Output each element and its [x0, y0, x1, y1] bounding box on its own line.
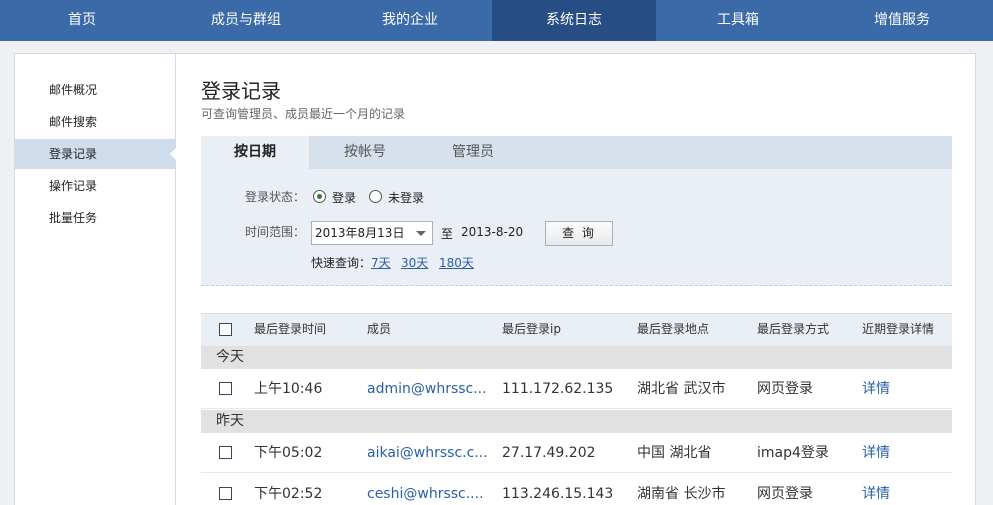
cell-time: 上午10:46: [254, 381, 323, 397]
table-header: 最后登录时间 成员 最后登录ip 最后登录地点 最后登录方式 近期登录详情: [201, 313, 952, 346]
filter-box: 按日期 按帐号 管理员 登录状态： 登录 未登录 时间范围： 2013年8月13…: [201, 136, 952, 286]
tab-by-date[interactable]: 按日期: [201, 136, 309, 169]
main-panel: 邮件概况 邮件搜索 登录记录 操作记录 批量任务 登录记录 可查询管理员、成员最…: [14, 53, 976, 505]
header-last-login-location: 最后登录地点: [637, 322, 710, 336]
details-link[interactable]: 详情: [862, 369, 890, 409]
sidebar-item-operation-records[interactable]: 操作记录: [15, 171, 176, 201]
nav-value-added[interactable]: 增值服务: [820, 0, 984, 41]
header-last-login-time: 最后登录时间: [254, 322, 327, 336]
select-all-checkbox[interactable]: [219, 323, 232, 336]
radio-not-logged-in[interactable]: [369, 190, 382, 203]
quick-link-7-days[interactable]: 7天: [371, 254, 391, 271]
radio-not-logged-in-label[interactable]: 未登录: [388, 189, 424, 206]
table-row: 上午10:46 admin@whrssc... 111.172.62.135 湖…: [201, 369, 952, 409]
cell-location: 湖南省 长沙市: [637, 486, 726, 502]
details-link[interactable]: 详情: [862, 474, 890, 505]
start-date-value: 2013年8月13日: [315, 226, 405, 240]
quick-link-30-days[interactable]: 30天: [401, 254, 428, 271]
end-date-value: 2013-8-20: [461, 225, 524, 239]
cell-method: 网页登录: [757, 486, 813, 502]
tab-by-account[interactable]: 按帐号: [309, 136, 421, 169]
login-status-label: 登录状态：: [245, 190, 306, 204]
page-title: 登录记录: [201, 79, 281, 103]
filter-tabs: 按日期 按帐号 管理员: [201, 136, 952, 169]
nav-toolbox[interactable]: 工具箱: [656, 0, 820, 41]
cell-ip: 27.17.49.202: [502, 445, 596, 461]
cell-method: imap4登录: [757, 445, 829, 461]
cell-time: 下午02:52: [254, 486, 323, 502]
quick-query-label: 快速查询：: [311, 256, 372, 270]
active-indicator-arrow: [170, 148, 176, 160]
radio-logged-in-label[interactable]: 登录: [332, 189, 356, 206]
sidebar-item-login-records[interactable]: 登录记录: [15, 139, 176, 169]
table-row: 下午05:02 aikai@whrssc.c... 27.17.49.202 中…: [201, 433, 952, 473]
start-date-select[interactable]: 2013年8月13日: [311, 221, 433, 245]
details-link[interactable]: 详情: [862, 433, 890, 473]
group-row-today: 今天: [201, 346, 952, 369]
query-button[interactable]: 查 询: [545, 221, 613, 246]
radio-logged-in[interactable]: [313, 190, 326, 203]
cell-ip: 113.246.15.143: [502, 486, 614, 502]
nav-my-enterprise[interactable]: 我的企业: [328, 0, 492, 41]
time-range-label: 时间范围：: [245, 225, 306, 239]
nav-members-groups[interactable]: 成员与群组: [164, 0, 328, 41]
page-subtitle: 可查询管理员、成员最近一个月的记录: [201, 107, 406, 121]
nav-system-log[interactable]: 系统日志: [492, 0, 656, 41]
sidebar-item-batch-tasks[interactable]: 批量任务: [15, 203, 176, 233]
table-row: 下午02:52 ceshi@whrssc.... 113.246.15.143 …: [201, 474, 952, 505]
row-checkbox[interactable]: [219, 382, 232, 395]
header-last-login-method: 最后登录方式: [757, 322, 830, 336]
sidebar-item-mail-overview[interactable]: 邮件概况: [15, 75, 176, 105]
header-last-login-ip: 最后登录ip: [502, 322, 561, 336]
nav-home[interactable]: 首页: [0, 0, 164, 41]
cell-location: 中国 湖北省: [637, 445, 712, 461]
cell-member-link[interactable]: admin@whrssc...: [367, 369, 487, 409]
top-nav: 首页 成员与群组 我的企业 系统日志 工具箱 增值服务: [0, 0, 993, 41]
sidebar-item-mail-search[interactable]: 邮件搜索: [15, 107, 176, 137]
cell-method: 网页登录: [757, 381, 813, 397]
chevron-down-icon: [416, 231, 426, 236]
header-member: 成员: [367, 322, 392, 336]
cell-location: 湖北省 武汉市: [637, 381, 726, 397]
cell-member-link[interactable]: aikai@whrssc.c...: [367, 433, 488, 473]
cell-ip: 111.172.62.135: [502, 381, 614, 397]
sidebar: 邮件概况 邮件搜索 登录记录 操作记录 批量任务: [15, 54, 176, 505]
row-checkbox[interactable]: [219, 487, 232, 500]
row-checkbox[interactable]: [219, 446, 232, 459]
to-label: 至: [441, 227, 454, 241]
header-recent-login-details: 近期登录详情: [862, 322, 935, 336]
cell-member-link[interactable]: ceshi@whrssc....: [367, 474, 484, 505]
cell-time: 下午05:02: [254, 445, 323, 461]
tab-admin[interactable]: 管理员: [421, 136, 525, 169]
quick-link-180-days[interactable]: 180天: [439, 254, 474, 271]
group-row-yesterday: 昨天: [201, 410, 952, 433]
